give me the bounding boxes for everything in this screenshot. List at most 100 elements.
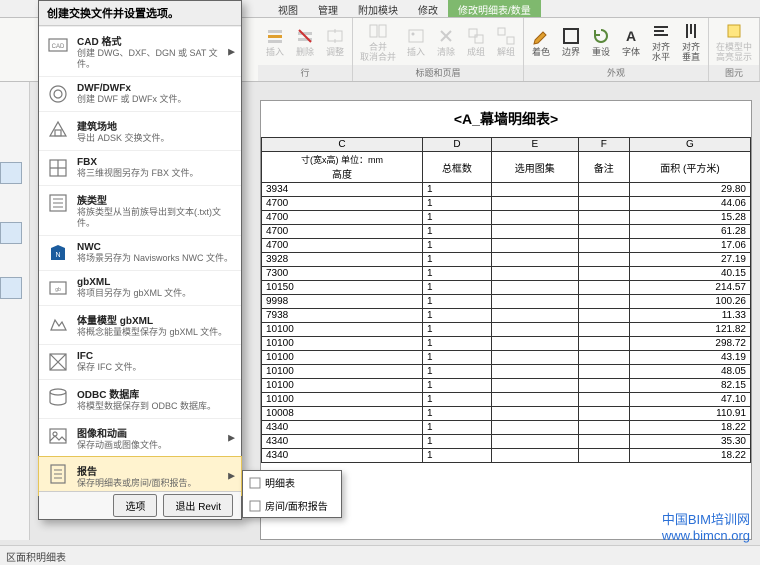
ribbon-font-button[interactable]: A字体 bbox=[618, 25, 644, 58]
column-letter[interactable]: G bbox=[629, 138, 750, 152]
table-cell[interactable] bbox=[491, 435, 578, 449]
export-menu-item[interactable]: IFC 保存 IFC 文件。 bbox=[39, 344, 241, 379]
table-row[interactable]: 101001 298.72 bbox=[262, 337, 751, 351]
export-menu-item[interactable]: N NWC 将场景另存为 Navisworks NWC 文件。 bbox=[39, 235, 241, 270]
table-cell[interactable] bbox=[491, 267, 578, 281]
table-cell[interactable] bbox=[491, 337, 578, 351]
ribbon-reset-button[interactable]: 重设 bbox=[588, 25, 614, 58]
table-cell[interactable]: 1 bbox=[422, 323, 491, 337]
table-cell[interactable]: 1 bbox=[422, 225, 491, 239]
column-header[interactable]: 总框数 bbox=[422, 152, 491, 183]
table-cell[interactable] bbox=[578, 295, 629, 309]
table-cell[interactable] bbox=[578, 337, 629, 351]
table-cell[interactable]: 4340 bbox=[262, 421, 423, 435]
table-cell[interactable] bbox=[491, 197, 578, 211]
table-cell[interactable]: 17.06 bbox=[629, 239, 750, 253]
table-cell[interactable] bbox=[578, 393, 629, 407]
column-letter[interactable]: F bbox=[578, 138, 629, 152]
table-cell[interactable]: 18.22 bbox=[629, 449, 750, 463]
table-cell[interactable]: 15.28 bbox=[629, 211, 750, 225]
table-cell[interactable]: 7938 bbox=[262, 309, 423, 323]
table-cell[interactable]: 1 bbox=[422, 337, 491, 351]
table-cell[interactable]: 1 bbox=[422, 183, 491, 197]
left-panel-tab[interactable] bbox=[0, 162, 22, 184]
table-cell[interactable] bbox=[578, 449, 629, 463]
table-cell[interactable]: 1 bbox=[422, 435, 491, 449]
table-cell[interactable] bbox=[491, 281, 578, 295]
table-cell[interactable] bbox=[491, 309, 578, 323]
table-cell[interactable]: 35.30 bbox=[629, 435, 750, 449]
ribbon-color-button[interactable]: 着色 bbox=[528, 25, 554, 58]
exit-revit-button[interactable]: 退出 Revit bbox=[163, 494, 233, 517]
ribbon-border-button[interactable]: 边界 bbox=[558, 25, 584, 58]
ribbon-valign-button[interactable]: 对齐 垂直 bbox=[678, 20, 704, 63]
table-cell[interactable]: 10100 bbox=[262, 337, 423, 351]
table-row[interactable]: 4700161.28 bbox=[262, 225, 751, 239]
table-cell[interactable]: 10100 bbox=[262, 393, 423, 407]
table-cell[interactable] bbox=[578, 407, 629, 421]
table-cell[interactable] bbox=[491, 379, 578, 393]
table-cell[interactable]: 298.72 bbox=[629, 337, 750, 351]
table-cell[interactable] bbox=[491, 449, 578, 463]
left-panel-tab[interactable] bbox=[0, 222, 22, 244]
table-cell[interactable] bbox=[578, 309, 629, 323]
table-row[interactable]: 4340118.22 bbox=[262, 421, 751, 435]
table-cell[interactable]: 18.22 bbox=[629, 421, 750, 435]
export-menu-item[interactable]: gb gbXML 将项目另存为 gbXML 文件。 bbox=[39, 270, 241, 305]
ribbon-tab[interactable]: 修改明细表/数量 bbox=[448, 0, 541, 17]
ribbon-tab[interactable]: 管理 bbox=[308, 0, 348, 17]
ribbon-halign-button[interactable]: 对齐 水平 bbox=[648, 20, 674, 63]
table-row[interactable]: 47001 17.06 bbox=[262, 239, 751, 253]
table-cell[interactable] bbox=[491, 365, 578, 379]
table-cell[interactable]: 82.15 bbox=[629, 379, 750, 393]
table-cell[interactable]: 4700 bbox=[262, 239, 423, 253]
table-cell[interactable]: 1 bbox=[422, 239, 491, 253]
column-header[interactable]: 寸(宽x高) 单位：mm高度 bbox=[262, 152, 423, 183]
table-cell[interactable]: 29.80 bbox=[629, 183, 750, 197]
table-cell[interactable]: 1 bbox=[422, 211, 491, 225]
table-cell[interactable]: 1 bbox=[422, 449, 491, 463]
table-cell[interactable]: 1 bbox=[422, 197, 491, 211]
table-cell[interactable] bbox=[578, 197, 629, 211]
table-cell[interactable]: 27.19 bbox=[629, 253, 750, 267]
table-cell[interactable] bbox=[578, 281, 629, 295]
table-row[interactable]: 10100147.10 bbox=[262, 393, 751, 407]
table-cell[interactable] bbox=[578, 421, 629, 435]
export-menu-item[interactable]: FBX 将三维视图另存为 FBX 文件。 bbox=[39, 150, 241, 185]
table-cell[interactable]: 214.57 bbox=[629, 281, 750, 295]
table-row[interactable]: 39341 29.80 bbox=[262, 183, 751, 197]
table-cell[interactable]: 4700 bbox=[262, 225, 423, 239]
table-cell[interactable] bbox=[491, 323, 578, 337]
submenu-item[interactable]: 房间/面积报告 bbox=[243, 494, 341, 517]
table-cell[interactable] bbox=[578, 379, 629, 393]
table-cell[interactable]: 48.05 bbox=[629, 365, 750, 379]
table-row[interactable]: 3928127.19 bbox=[262, 253, 751, 267]
table-row[interactable]: 10100182.15 bbox=[262, 379, 751, 393]
table-cell[interactable]: 4700 bbox=[262, 211, 423, 225]
table-cell[interactable] bbox=[578, 323, 629, 337]
table-cell[interactable] bbox=[578, 239, 629, 253]
table-row[interactable]: 101501214.57 bbox=[262, 281, 751, 295]
export-menu-item[interactable]: 建筑场地 导出 ADSK 交换文件。 bbox=[39, 111, 241, 150]
schedule-grid[interactable]: CDEFG 寸(宽x高) 单位：mm高度总框数选用图集备注面积 (平方米) 39… bbox=[261, 137, 751, 463]
submenu-item[interactable]: 明细表 bbox=[243, 471, 341, 494]
ribbon-tab[interactable]: 修改 bbox=[408, 0, 448, 17]
table-cell[interactable]: 1 bbox=[422, 351, 491, 365]
table-cell[interactable]: 3928 bbox=[262, 253, 423, 267]
table-cell[interactable]: 47.10 bbox=[629, 393, 750, 407]
table-cell[interactable] bbox=[491, 407, 578, 421]
table-row[interactable]: 7300140.15 bbox=[262, 267, 751, 281]
table-row[interactable]: 47001 15.28 bbox=[262, 211, 751, 225]
table-cell[interactable] bbox=[491, 183, 578, 197]
column-header[interactable]: 面积 (平方米) bbox=[629, 152, 750, 183]
column-header[interactable]: 备注 bbox=[578, 152, 629, 183]
table-cell[interactable]: 11.33 bbox=[629, 309, 750, 323]
table-cell[interactable] bbox=[578, 183, 629, 197]
export-menu-item[interactable]: 报告 保存明细表或房间/面积报告。 ▶ bbox=[38, 456, 242, 496]
table-cell[interactable] bbox=[491, 421, 578, 435]
ribbon-tab[interactable]: 视图 bbox=[268, 0, 308, 17]
table-cell[interactable]: 3934 bbox=[262, 183, 423, 197]
table-row[interactable]: 10100143.19 bbox=[262, 351, 751, 365]
table-row[interactable]: 101001121.82 bbox=[262, 323, 751, 337]
table-cell[interactable]: 10100 bbox=[262, 379, 423, 393]
